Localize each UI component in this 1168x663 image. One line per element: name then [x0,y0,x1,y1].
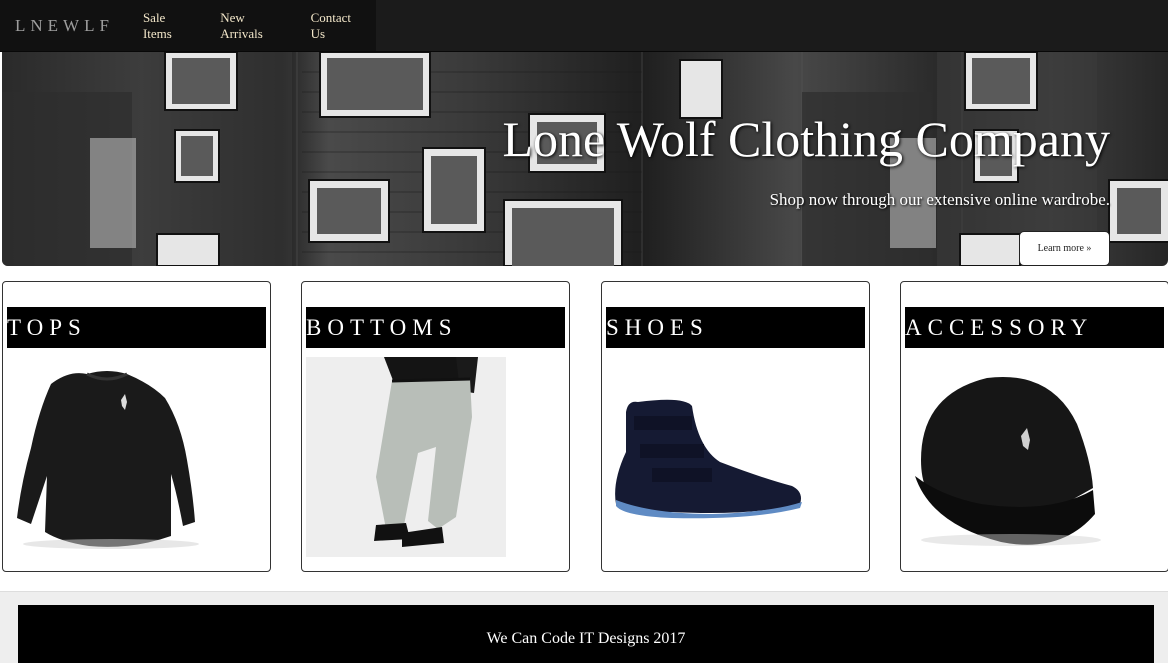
footer-text: We Can Code IT Designs 2017 [486,630,686,647]
category-title: SHOES [606,307,865,348]
nav-link-sale-items[interactable]: Sale Items [128,10,205,42]
category-card-bottoms[interactable]: BOTTOMS [301,281,570,572]
footer-section: We Can Code IT Designs 2017 [0,591,1168,663]
category-title: ACCESSORY [905,307,1164,348]
navbar-menu: LNEWLF Sale Items New Arrivals Contact U… [0,0,376,51]
hero-title: Lone Wolf Clothing Company [502,111,1110,167]
pants-model-image [306,357,506,557]
hero-banner: Lone Wolf Clothing Company Shop now thro… [2,52,1168,266]
category-title: TOPS [7,307,266,348]
category-card-shoes[interactable]: SHOES [601,281,870,572]
learn-more-button[interactable]: Learn more » [1019,231,1110,266]
brand-logo[interactable]: LNEWLF [0,16,114,36]
sweater-image [17,371,199,549]
footer: We Can Code IT Designs 2017 [18,605,1154,663]
nav-link-new-arrivals[interactable]: New Arrivals [205,10,295,42]
nav-link-contact-us[interactable]: Contact Us [296,10,376,42]
sneaker-image [615,399,802,519]
cap-image [915,376,1101,546]
category-card-accessory[interactable]: ACCESSORY [900,281,1168,572]
navbar: LNEWLF Sale Items New Arrivals Contact U… [0,0,1168,52]
hero-subtitle: Shop now through our extensive online wa… [769,190,1110,209]
category-card-tops[interactable]: TOPS [2,281,271,572]
category-title: BOTTOMS [306,307,565,348]
